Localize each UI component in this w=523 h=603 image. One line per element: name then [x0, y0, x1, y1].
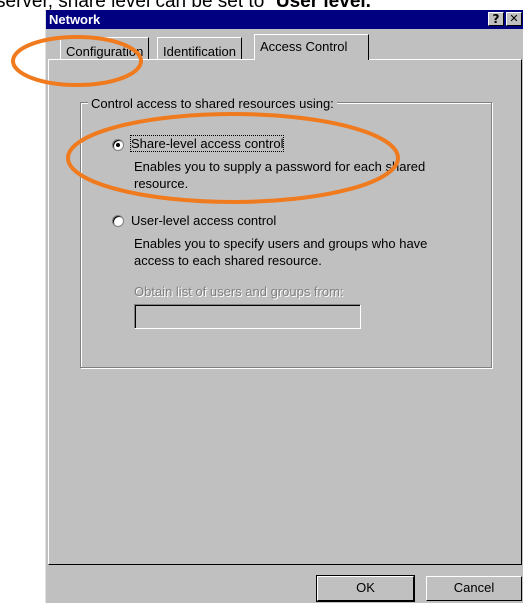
tab-identification[interactable]: Identification [157, 37, 242, 59]
obtain-list-field [134, 304, 361, 329]
share-level-description-1: Enables you to supply a password for eac… [134, 159, 426, 174]
user-level-label[interactable]: User-level access control [131, 213, 276, 228]
user-level-radio[interactable] [112, 215, 124, 227]
title-bar[interactable]: Network ? ✕ [46, 10, 523, 29]
share-level-label[interactable]: Share-level access control [129, 135, 285, 152]
radio-selected-dot [116, 143, 120, 147]
share-level-description-2: resource. [134, 176, 189, 191]
ok-button[interactable]: OK [316, 575, 415, 602]
cancel-button[interactable]: Cancel [426, 576, 522, 601]
obtain-list-label: Obtain list of users and groups from: [134, 284, 344, 299]
close-button[interactable]: ✕ [506, 12, 522, 26]
window-title: Network [49, 12, 101, 27]
tab-configuration[interactable]: Configuration [60, 37, 150, 59]
tab-access-control[interactable]: Access Control [254, 34, 369, 60]
user-level-description-1: Enables you to specify users and groups … [134, 236, 428, 251]
share-level-radio[interactable] [112, 139, 124, 151]
network-dialog: Network ? ✕ Configuration Identification… [45, 10, 523, 603]
group-label: Control access to shared resources using… [88, 96, 337, 111]
user-level-description-2: access to each shared resource. [134, 253, 322, 268]
help-button[interactable]: ? [488, 12, 504, 26]
